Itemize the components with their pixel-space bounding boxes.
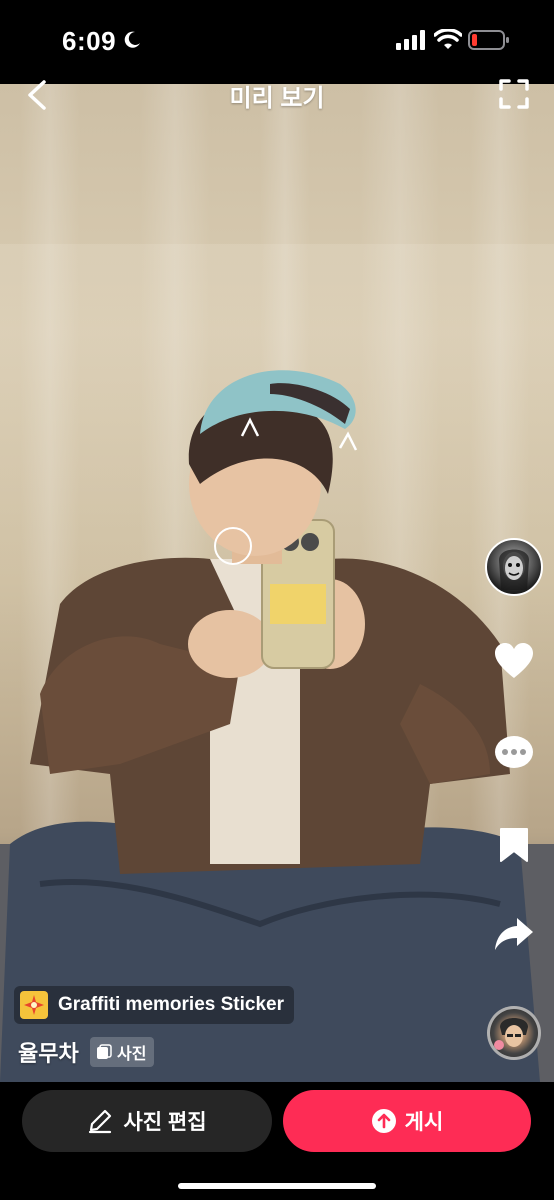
creator-avatar[interactable] — [485, 538, 543, 596]
home-indicator — [178, 1183, 376, 1189]
photo-stack-icon — [97, 1044, 112, 1059]
more-icon[interactable] — [494, 734, 534, 770]
post-button[interactable]: 게시 — [283, 1090, 531, 1152]
sticker-label: Graffiti memories Sticker — [58, 994, 284, 1015]
music-disc[interactable] — [487, 1006, 541, 1060]
fullscreen-icon[interactable] — [498, 78, 530, 110]
bookmark-icon[interactable] — [498, 826, 530, 864]
upload-arrow-icon — [371, 1109, 396, 1133]
wifi-icon — [434, 29, 462, 49]
creator-avatar-image — [499, 549, 529, 590]
edit-photo-label: 사진 편집 — [123, 1111, 207, 1134]
status-time: 6:09 — [62, 26, 117, 56]
moon-icon — [124, 31, 140, 48]
photo-mode-badge: 사진 — [90, 1037, 155, 1067]
bottom-action-bar: 사진 편집 게시 — [0, 1082, 554, 1200]
sticker-chip[interactable]: Graffiti memories Sticker — [14, 986, 294, 1024]
cellular-signal-icon — [396, 30, 425, 50]
share-icon[interactable] — [493, 916, 535, 952]
person-silhouette — [0, 370, 554, 1082]
page-title: 미리 보기 — [229, 85, 325, 112]
battery-low-icon — [468, 30, 509, 50]
preview-screen: 6:09 미리 보기 Graffiti memories Sticker 율무차… — [0, 0, 554, 1200]
pencil-icon — [89, 1109, 112, 1134]
status-bar: 6:09 — [0, 0, 554, 84]
heart-icon[interactable] — [494, 642, 534, 680]
photo-preview[interactable] — [0, 84, 554, 1082]
edit-photo-button[interactable]: 사진 편집 — [22, 1090, 272, 1152]
username[interactable]: 율무차 — [18, 1036, 79, 1068]
music-disc-image — [494, 1018, 528, 1050]
post-label: 게시 — [404, 1111, 444, 1134]
sparkle-sticker-icon — [20, 991, 48, 1019]
photo-badge-label: 사진 — [117, 1046, 147, 1063]
